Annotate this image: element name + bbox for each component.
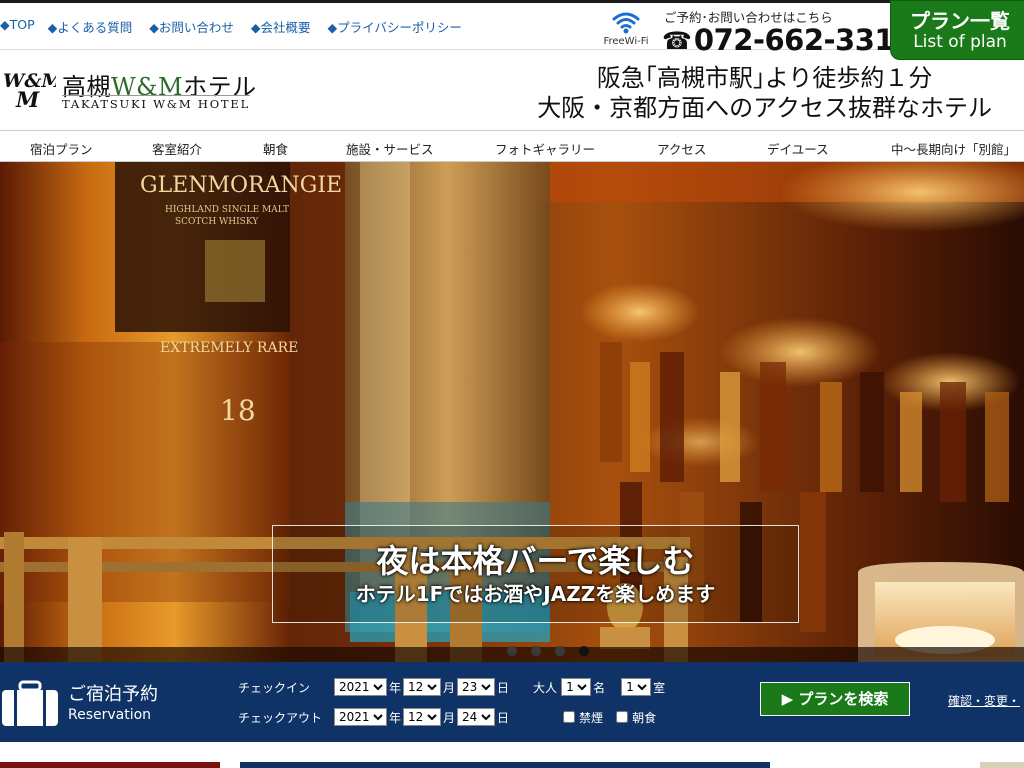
nonsmoking-label: 禁煙: [579, 710, 604, 725]
nav-item-plans[interactable]: 宿泊プラン: [30, 139, 93, 158]
plan-list-label: プラン一覧: [910, 9, 1010, 33]
reservation-bar: ご宿泊予約 Reservation チェックイン 2021 年 12 月 23 …: [0, 662, 1024, 742]
checkin-day-select[interactable]: 23: [457, 678, 496, 696]
nav-item-dayuse[interactable]: デイユース: [767, 139, 829, 158]
rooms-select[interactable]: 1: [621, 678, 652, 696]
adults-select[interactable]: 1: [561, 678, 592, 696]
month-unit: 月: [443, 710, 456, 725]
svg-text:M: M: [15, 87, 40, 111]
svg-text:18: 18: [220, 394, 256, 427]
slider-dot[interactable]: [555, 646, 565, 656]
slider-dot-active[interactable]: [579, 646, 589, 656]
top-link-contact[interactable]: ◆お問い合わせ: [149, 17, 234, 36]
nav-item-annex[interactable]: 中〜長期向け「別館」: [891, 139, 1016, 158]
phone-icon: ☎: [662, 26, 692, 55]
svg-text:EXTREMELY RARE: EXTREMELY RARE: [160, 340, 298, 356]
day-unit: 日: [497, 680, 510, 695]
hero-title: 夜は本格バーで楽しむ: [376, 542, 695, 580]
hero-slider[interactable]: GLENMORANGIE HIGHLAND SINGLE MALT SCOTCH…: [0, 162, 1024, 662]
rooms-unit: 室: [653, 680, 666, 695]
checkin-label: チェックイン: [238, 680, 311, 695]
breakfast-checkbox[interactable]: [616, 711, 629, 723]
logo-subname: TAKATSUKI W&M HOTEL: [62, 95, 251, 111]
breakfast-label: 朝食: [632, 710, 657, 725]
year-unit: 年: [389, 680, 402, 695]
adults-label: 大人: [533, 680, 558, 695]
nav-item-breakfast[interactable]: 朝食: [263, 139, 288, 158]
reservation-title-text: ご宿泊予約: [68, 684, 158, 705]
year-unit: 年: [389, 710, 402, 725]
suitcase-icon: [2, 680, 58, 726]
nonsmoking-checkbox[interactable]: [563, 711, 576, 723]
bottom-strip: [0, 742, 1024, 768]
adults-unit: 名: [593, 680, 606, 695]
top-link-faq[interactable]: ◆よくある質問: [48, 17, 133, 36]
logo-mark-icon: W&M M: [3, 70, 56, 111]
top-link-company[interactable]: ◆会社概要: [251, 17, 311, 36]
svg-text:GLENMORANGIE: GLENMORANGIE: [140, 173, 342, 198]
checkout-label: チェックアウト: [238, 710, 323, 725]
slider-dots: [507, 646, 603, 656]
top-link-privacy[interactable]: ◆プライバシーポリシー: [328, 17, 462, 36]
reservation-subtitle: Reservation: [68, 707, 152, 723]
bottom-banner-middle[interactable]: [240, 762, 770, 768]
contact-block: ご予約･お問い合わせはこちら ☎ 072-662-3310: [662, 7, 914, 57]
slider-dot[interactable]: [507, 646, 517, 656]
month-unit: 月: [443, 680, 456, 695]
checkin-year-select[interactable]: 2021: [334, 678, 387, 696]
nav-item-access[interactable]: アクセス: [657, 139, 706, 158]
search-plans-button[interactable]: ▶ プランを検索: [760, 682, 910, 716]
hero-subtitle: ホテル1Fではお酒やJAZZを楽しめます: [355, 582, 716, 606]
tagline-line1: 阪急｢高槻市駅｣より徒歩約１分: [596, 64, 933, 92]
checkin-row: チェックイン 2021 年 12 月 23 日 大人 1 名 1 室: [238, 678, 665, 696]
site-header: W&M M 高槻W&Mホテル TAKATSUKI W&M HOTEL 阪急｢高槻…: [0, 51, 1024, 130]
checkin-month-select[interactable]: 12: [403, 678, 442, 696]
bottom-banner-right[interactable]: [980, 762, 1024, 768]
checkout-year-select[interactable]: 2021: [334, 708, 387, 726]
header-tagline: 阪急｢高槻市駅｣より徒歩約１分 大阪・京都方面へのアクセス抜群なホテル: [537, 63, 992, 123]
wifi-badge: FreeWi-Fi: [600, 9, 652, 47]
checkout-row: チェックアウト 2021 年 12 月 24 日 禁煙 朝食: [238, 708, 659, 726]
reservation-title: ご宿泊予約 Reservation: [0, 680, 158, 728]
day-unit: 日: [497, 710, 510, 725]
top-bar: ◆TOP ◆よくある質問 ◆お問い合わせ ◆会社概要 ◆プライバシーポリシー F…: [0, 0, 1024, 56]
nav-item-facilities[interactable]: 施設・サービス: [346, 139, 434, 158]
slider-dot[interactable]: [531, 646, 541, 656]
wifi-icon: [612, 12, 640, 34]
nav-item-gallery[interactable]: フォトギャラリー: [495, 139, 595, 158]
nav-item-rooms[interactable]: 客室紹介: [152, 139, 202, 158]
svg-text:HIGHLAND SINGLE MALT: HIGHLAND SINGLE MALT: [165, 205, 289, 215]
checkout-day-select[interactable]: 24: [457, 708, 496, 726]
main-nav: 宿泊プラン 客室紹介 朝食 施設・サービス フォトギャラリー アクセス デイユー…: [0, 130, 1024, 162]
hero-caption: 夜は本格バーで楽しむ ホテル1Fではお酒やJAZZを楽しめます: [272, 525, 799, 623]
top-link-top[interactable]: ◆TOP: [0, 17, 35, 36]
top-links: ◆TOP ◆よくある質問 ◆お問い合わせ ◆会社概要 ◆プライバシーポリシー: [0, 17, 479, 36]
bottom-banner-left[interactable]: [0, 762, 220, 768]
wifi-label: FreeWi-Fi: [603, 36, 649, 47]
confirm-change-link[interactable]: 確認・変更・: [948, 692, 1020, 709]
plan-list-sublabel: List of plan: [913, 32, 1007, 52]
tagline-line2: 大阪・京都方面へのアクセス抜群なホテル: [537, 94, 992, 122]
checkout-month-select[interactable]: 12: [403, 708, 442, 726]
svg-text:SCOTCH WHISKY: SCOTCH WHISKY: [175, 217, 259, 227]
